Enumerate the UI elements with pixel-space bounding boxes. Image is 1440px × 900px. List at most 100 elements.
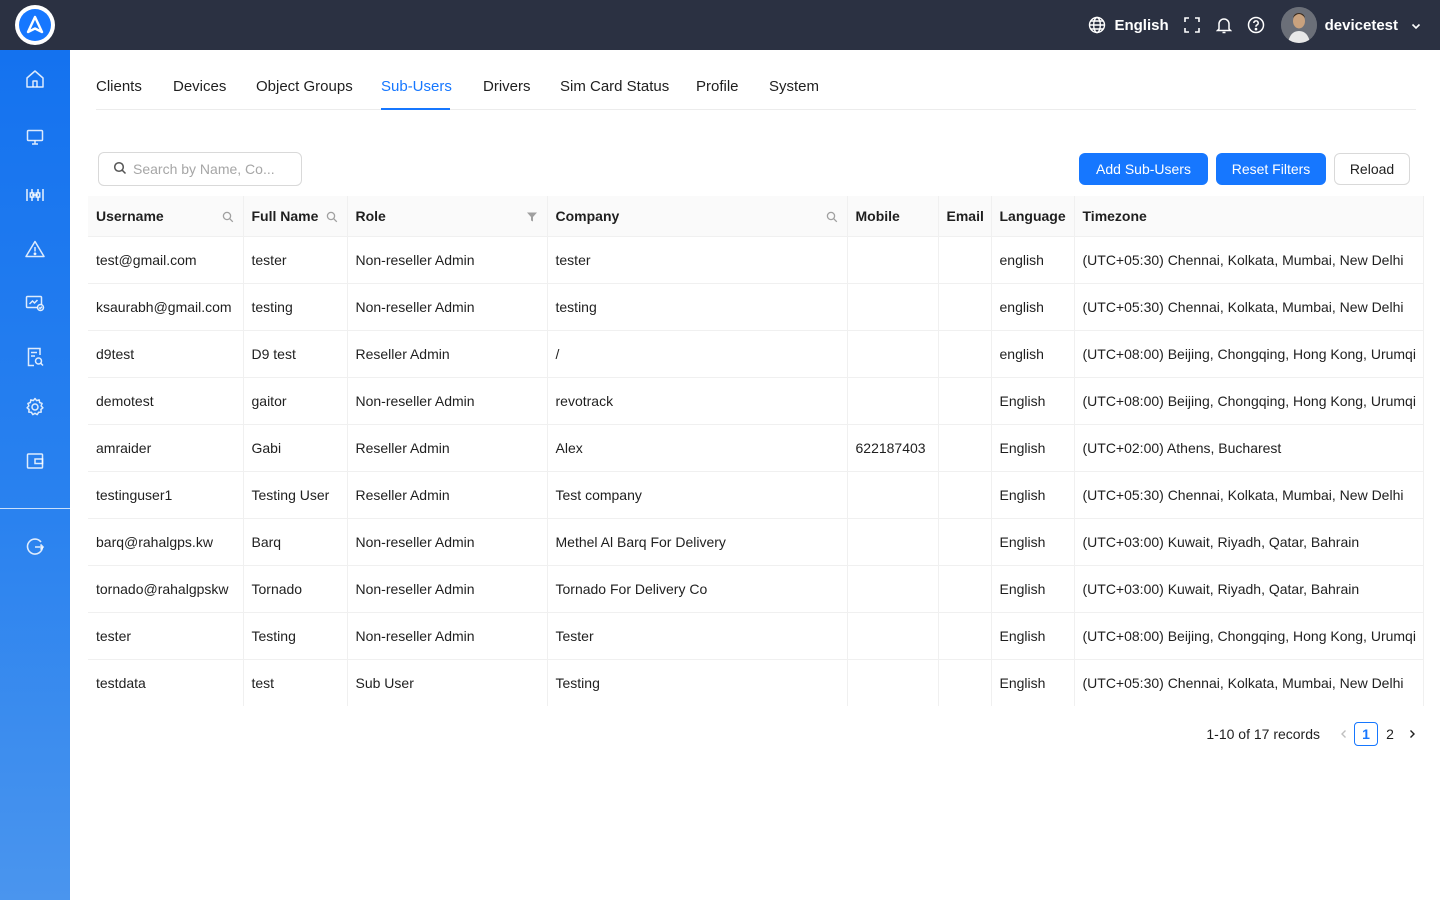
cell-timezone: (UTC+03:00) Kuwait, Riyadh, Qatar, Bahra… xyxy=(1074,565,1423,613)
page-button-1[interactable]: 1 xyxy=(1354,722,1378,746)
sidebar-item-billing[interactable] xyxy=(0,442,70,482)
sidebar-item-logout[interactable] xyxy=(0,528,70,568)
reset-filters-button[interactable]: Reset Filters xyxy=(1216,153,1326,185)
help-icon[interactable] xyxy=(1247,16,1265,34)
cell-email xyxy=(938,612,992,660)
search-field[interactable] xyxy=(98,152,302,186)
sidebar-item-devices[interactable] xyxy=(0,118,70,158)
active-tab-indicator xyxy=(381,108,450,110)
column-header-username[interactable]: Username xyxy=(88,196,244,237)
search-icon[interactable] xyxy=(222,210,234,223)
cell-language: English xyxy=(991,377,1075,425)
cell-language: English xyxy=(991,612,1075,660)
table-row[interactable]: amraider Gabi Reseller Admin Alex 622187403 E… xyxy=(88,424,1423,472)
search-input[interactable] xyxy=(133,161,283,177)
prev-page-icon[interactable] xyxy=(1334,722,1354,746)
cell-email xyxy=(938,424,992,472)
page-button-2[interactable]: 2 xyxy=(1378,722,1402,746)
cell-role: Non-reseller Admin xyxy=(347,377,548,425)
cell-mobile xyxy=(847,565,939,613)
cell-timezone: (UTC+05:30) Chennai, Kolkata, Mumbai, Ne… xyxy=(1074,283,1423,331)
sub-users-table: Username Full Name Role Company Mobile E… xyxy=(88,196,1424,706)
cell-company: testing xyxy=(547,283,848,331)
table-row[interactable]: testdata test Sub User Testing English (UTC+0… xyxy=(88,659,1423,706)
table-row[interactable]: d9test D9 test Reseller Admin / english (UTC+… xyxy=(88,330,1423,378)
cell-email xyxy=(938,659,992,706)
column-label: Role xyxy=(355,207,386,224)
sidebar-item-alerts[interactable] xyxy=(0,230,70,270)
cell-full-name: Barq xyxy=(243,518,348,566)
cell-company: Tornado For Delivery Co xyxy=(547,565,848,613)
sidebar-item-home[interactable] xyxy=(0,60,70,100)
cell-email xyxy=(938,377,992,425)
column-label: Company xyxy=(555,207,620,224)
next-page-icon[interactable] xyxy=(1402,722,1422,746)
tab-devices[interactable]: Devices xyxy=(173,78,226,95)
tab-sub-users[interactable]: Sub-Users xyxy=(381,78,452,95)
cell-language: English xyxy=(991,471,1075,519)
bell-icon[interactable] xyxy=(1215,16,1233,34)
logout-icon xyxy=(24,536,46,561)
column-header-language: Language xyxy=(991,196,1075,237)
cell-company: Methel Al Barq For Delivery xyxy=(547,518,848,566)
cell-mobile xyxy=(847,471,939,519)
sidebar-item-settings[interactable] xyxy=(0,388,70,428)
sidebar-item-reports[interactable] xyxy=(0,338,70,378)
sidebar-divider xyxy=(0,508,70,509)
tab-clients[interactable]: Clients xyxy=(96,78,142,95)
column-header-role[interactable]: Role xyxy=(347,196,548,237)
table-row[interactable]: test@gmail.com tester Non-reseller Admin te… xyxy=(88,236,1423,284)
table-row[interactable]: tester Testing Non-reseller Admin Tester Eng… xyxy=(88,612,1423,660)
tab-sim-card-status[interactable]: Sim Card Status xyxy=(560,78,669,95)
table-row[interactable]: testinguser1 Testing User Reseller Admin Te… xyxy=(88,471,1423,519)
sidebar xyxy=(0,50,70,900)
cell-company: tester xyxy=(547,236,848,284)
language-selector[interactable]: English xyxy=(1114,17,1168,34)
report-search-icon xyxy=(25,346,45,371)
cell-role: Sub User xyxy=(347,659,548,706)
cell-company: revotrack xyxy=(547,377,848,425)
cell-email xyxy=(938,330,992,378)
cell-mobile xyxy=(847,377,939,425)
chevron-down-icon[interactable] xyxy=(1410,19,1422,31)
cell-username: test@gmail.com xyxy=(88,236,244,284)
cell-full-name: test xyxy=(243,659,348,706)
table-row[interactable]: demotest gaitor Non-reseller Admin revotrac… xyxy=(88,377,1423,425)
tab-drivers[interactable]: Drivers xyxy=(483,78,531,95)
globe-icon[interactable] xyxy=(1088,16,1106,34)
column-header-timezone: Timezone xyxy=(1074,196,1423,237)
cell-mobile: 622187403 xyxy=(847,424,939,472)
cell-timezone: (UTC+08:00) Beijing, Chongqing, Hong Kon… xyxy=(1074,612,1423,660)
table-row[interactable]: barq@rahalgps.kw Barq Non-reseller Admin Me… xyxy=(88,518,1423,566)
cell-timezone: (UTC+03:00) Kuwait, Riyadh, Qatar, Bahra… xyxy=(1074,518,1423,566)
cell-full-name: tester xyxy=(243,236,348,284)
app-logo[interactable] xyxy=(15,5,55,45)
table-row[interactable]: tornado@rahalgpskw Tornado Non-reseller Ad… xyxy=(88,565,1423,613)
pagination: 1-10 of 17 records 1 2 xyxy=(1206,722,1422,746)
column-header-full-name[interactable]: Full Name xyxy=(243,196,348,237)
cell-timezone: (UTC+08:00) Beijing, Chongqing, Hong Kon… xyxy=(1074,377,1423,425)
cell-username: tester xyxy=(88,612,244,660)
column-header-company[interactable]: Company xyxy=(547,196,848,237)
tab-object-groups[interactable]: Object Groups xyxy=(256,78,353,95)
user-name[interactable]: devicetest xyxy=(1325,17,1398,34)
cell-role: Reseller Admin xyxy=(347,471,548,519)
sidebar-item-dashboard[interactable] xyxy=(0,284,70,324)
avatar[interactable] xyxy=(1280,7,1317,43)
reload-button[interactable]: Reload xyxy=(1334,153,1410,185)
search-icon[interactable] xyxy=(826,210,838,223)
cell-timezone: (UTC+05:30) Chennai, Kolkata, Mumbai, Ne… xyxy=(1074,236,1423,284)
cell-company: Testing xyxy=(547,659,848,706)
sidebar-item-controls[interactable] xyxy=(0,176,70,216)
home-icon xyxy=(24,68,46,93)
table-row[interactable]: ksaurabh@gmail.com testing Non-reseller Ad… xyxy=(88,283,1423,331)
fullscreen-icon[interactable] xyxy=(1183,16,1201,34)
filter-icon[interactable] xyxy=(526,210,538,222)
add-sub-users-button[interactable]: Add Sub-Users xyxy=(1079,153,1208,185)
tab-system[interactable]: System xyxy=(769,78,819,95)
tab-profile[interactable]: Profile xyxy=(696,78,739,95)
search-icon[interactable] xyxy=(326,210,338,223)
cell-timezone: (UTC+08:00) Beijing, Chongqing, Hong Kon… xyxy=(1074,330,1423,378)
search-icon xyxy=(113,161,127,178)
column-header-mobile: Mobile xyxy=(847,196,939,237)
